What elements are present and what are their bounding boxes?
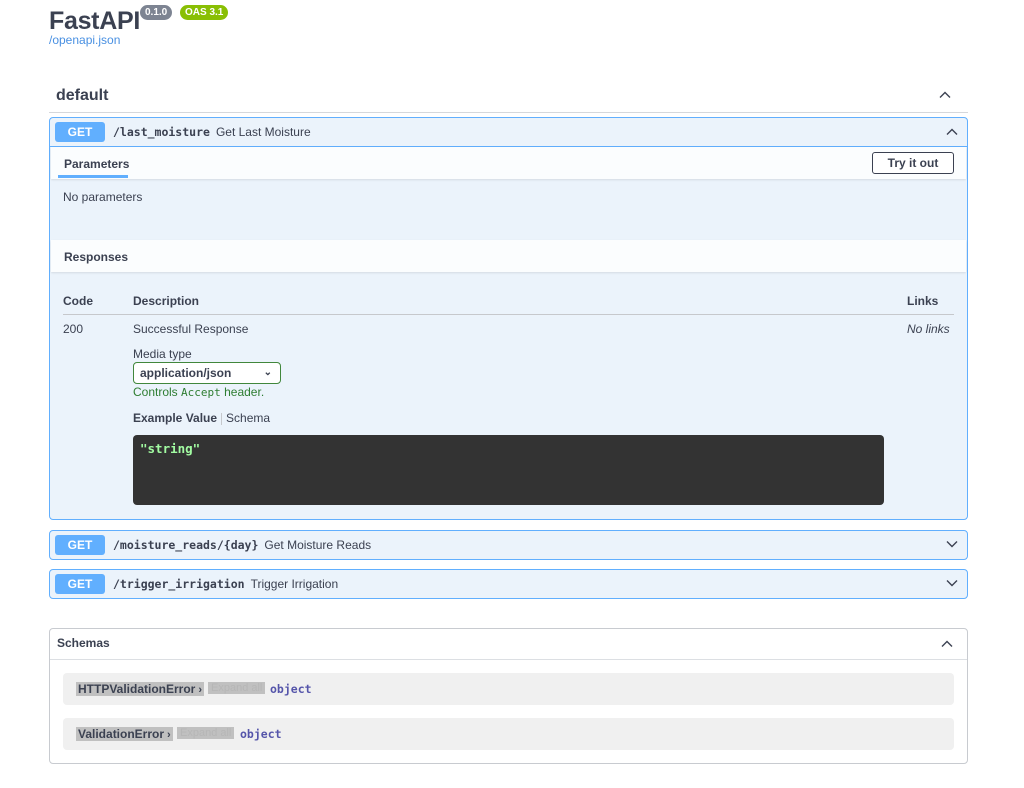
responses-title: Responses xyxy=(64,250,129,264)
model-type: object xyxy=(240,727,282,741)
response-description: Successful Response xyxy=(133,322,249,336)
schemas-title: Schemas xyxy=(57,636,110,650)
chevron-up-icon[interactable] xyxy=(940,637,954,651)
expand-all-button[interactable]: Expand all xyxy=(208,682,266,694)
operation-summary-text: Trigger Irrigation xyxy=(250,577,339,591)
accept-header-note: Controls Accept header. xyxy=(133,385,265,399)
operation-summary[interactable]: GET /trigger_irrigation Trigger Irrigatio… xyxy=(50,570,967,598)
example-code-text: "string" xyxy=(140,441,201,456)
response-links: No links xyxy=(907,322,950,336)
no-parameters-text: No parameters xyxy=(63,190,143,204)
parameters-header: Parameters Try it out xyxy=(51,147,966,179)
model-name[interactable]: HTTPValidationError › xyxy=(76,682,205,696)
app-title: FastAPI xyxy=(49,7,140,35)
select-caret-icon: ⌄ xyxy=(263,367,272,378)
tag-title: default xyxy=(56,87,109,104)
media-type-label: Media type xyxy=(133,347,192,361)
schemas-header[interactable]: Schemas xyxy=(50,629,967,660)
chevron-right-icon: › xyxy=(198,684,203,696)
oas-badge: OAS 3.1 xyxy=(180,5,229,20)
example-code-block[interactable]: "string" xyxy=(133,435,884,505)
model-row-validationerror[interactable]: ValidationError › Expand all object xyxy=(63,718,954,750)
parameters-tab-underline xyxy=(58,175,128,178)
model-row-httpvalidationerror[interactable]: HTTPValidationError › Expand all object xyxy=(63,673,954,705)
media-type-select[interactable]: application/json ⌄ xyxy=(133,362,281,384)
chevron-down-icon[interactable] xyxy=(945,537,959,551)
method-badge: GET xyxy=(55,122,105,142)
schema-tab[interactable]: Schema xyxy=(226,411,270,425)
chevron-up-icon[interactable] xyxy=(938,88,952,102)
media-type-value: application/json xyxy=(140,366,232,380)
operation-trigger-irrigation[interactable]: GET /trigger_irrigation Trigger Irrigatio… xyxy=(49,569,968,599)
example-schema-tabs: Example Value Schema xyxy=(133,411,270,425)
model-type: object xyxy=(270,682,312,696)
parameters-tab[interactable]: Parameters xyxy=(64,157,129,171)
operation-summary[interactable]: GET /last_moisture Get Last Moisture xyxy=(50,118,967,146)
operation-path: /moisture_reads/{day} Get Moisture Reads xyxy=(113,538,372,552)
method-badge: GET xyxy=(55,535,105,555)
example-value-tab[interactable]: Example Value xyxy=(133,411,217,425)
responses-header: Responses xyxy=(51,240,966,272)
operation-summary-text: Get Moisture Reads xyxy=(264,538,372,552)
expand-all-button[interactable]: Expand all xyxy=(177,727,235,739)
operation-path: /trigger_irrigation Trigger Irrigation xyxy=(113,577,339,591)
response-code: 200 xyxy=(63,322,84,336)
model-name[interactable]: ValidationError › xyxy=(76,727,173,741)
operation-path: /last_moisture Get Last Moisture xyxy=(113,125,311,139)
table-header-divider xyxy=(63,314,954,315)
chevron-right-icon: › xyxy=(167,729,171,741)
operation-last-moisture: GET /last_moisture Get Last Moisture Para… xyxy=(49,117,968,520)
operation-summary-text: Get Last Moisture xyxy=(215,125,311,139)
schemas-section: Schemas HTTPValidationError › Expand all … xyxy=(49,628,968,764)
col-description-header: Description xyxy=(133,294,200,308)
method-badge: GET xyxy=(55,574,105,594)
col-code-header: Code xyxy=(63,294,93,308)
chevron-down-icon[interactable] xyxy=(945,576,959,590)
tag-section-default[interactable]: default xyxy=(49,84,968,113)
chevron-up-icon[interactable] xyxy=(945,125,959,139)
version-badge: 0.1.0 xyxy=(140,5,173,20)
operation-summary[interactable]: GET /moisture_reads/{day} Get Moisture Re… xyxy=(50,531,967,559)
openapi-spec-link[interactable]: /openapi.json xyxy=(49,33,120,47)
operation-moisture-reads[interactable]: GET /moisture_reads/{day} Get Moisture Re… xyxy=(49,530,968,560)
try-it-out-button[interactable]: Try it out xyxy=(872,152,954,174)
col-links-header: Links xyxy=(907,294,939,308)
